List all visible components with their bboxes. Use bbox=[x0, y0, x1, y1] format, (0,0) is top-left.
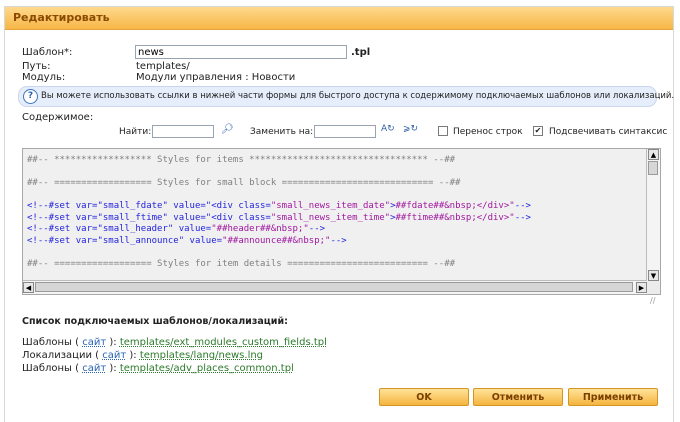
question-icon: ? bbox=[23, 89, 38, 104]
content-label: Содержимое: bbox=[22, 112, 94, 123]
code-token: --> bbox=[514, 201, 531, 211]
scroll-down-icon[interactable]: ▼ bbox=[648, 270, 659, 281]
wrap-label: Перенос строк bbox=[453, 127, 523, 137]
panel-header: Редактировать bbox=[5, 7, 673, 30]
highlight-checkbox[interactable]: ✔ bbox=[533, 126, 543, 136]
info-bar: ? Вы можете использовать ссылки в нижней… bbox=[18, 86, 674, 107]
code-token: ##fdate##&nbsp;</div>" bbox=[395, 201, 515, 211]
find-search-icon[interactable]: 🔎︎ bbox=[221, 124, 234, 135]
highlight-label: Подсвечивать синтаксис bbox=[549, 127, 668, 137]
horizontal-scroll-thumb[interactable] bbox=[35, 282, 633, 292]
link-row: Шаблоны ( сайт ): templates/adv_places_c… bbox=[22, 363, 294, 374]
template-label: Шаблон*: bbox=[22, 47, 73, 58]
link-prefix: Локализации ( bbox=[22, 350, 100, 361]
code-token: "##header##&nbsp;" bbox=[211, 224, 309, 234]
code-token: --> bbox=[514, 212, 531, 223]
vertical-scrollbar[interactable]: ▲ ▼ bbox=[646, 149, 660, 281]
horizontal-scrollbar[interactable]: ◀ ▶ bbox=[23, 280, 647, 294]
wrap-checkbox[interactable] bbox=[438, 126, 448, 136]
scroll-up-icon[interactable]: ▲ bbox=[648, 149, 659, 160]
code-token: --> bbox=[330, 235, 347, 246]
link-suffix: ): bbox=[109, 337, 117, 348]
code-editor[interactable]: ##-- ****************** Styles for items… bbox=[22, 148, 661, 295]
code-token: "##announce##&nbsp;" bbox=[222, 235, 331, 246]
resize-grip-icon[interactable]: ∕∕ bbox=[650, 296, 655, 305]
link-suffix: ): bbox=[129, 350, 137, 361]
replace-icon[interactable]: A↻ bbox=[381, 124, 395, 134]
apply-button[interactable]: Применить bbox=[568, 388, 658, 406]
template-extension: .tpl bbox=[351, 47, 371, 58]
code-line: ##-- ================== Styles for item … bbox=[27, 258, 456, 269]
cancel-button[interactable]: Отменить bbox=[473, 388, 563, 406]
code-token: <!--#set var="small_announce" value= bbox=[27, 235, 223, 246]
code-token: "small_news_item_time" bbox=[270, 212, 391, 223]
code-content[interactable]: ##-- ****************** Styles for items… bbox=[27, 155, 531, 270]
path-label: Путь: bbox=[22, 61, 51, 72]
path-value: templates/ bbox=[136, 61, 190, 72]
replace-label: Заменить на: bbox=[250, 127, 314, 137]
code-token: --> bbox=[308, 224, 326, 234]
code-token: <!--#set var="small_fdate" value="<div c… bbox=[27, 201, 271, 211]
template-link[interactable]: templates/adv_places_common.tpl bbox=[120, 363, 294, 374]
link-prefix: Шаблоны ( bbox=[22, 337, 80, 348]
code-line: ##-- ================== Styles for small… bbox=[27, 178, 461, 188]
site-link[interactable]: сайт bbox=[82, 337, 106, 348]
localization-link[interactable]: templates/lang/news.lng bbox=[140, 350, 263, 361]
link-suffix: ): bbox=[109, 363, 117, 374]
links-title: Список подключаемых шаблонов/локализаций… bbox=[22, 316, 288, 327]
code-token: "small_news_item_date" bbox=[270, 201, 391, 211]
site-link[interactable]: сайт bbox=[102, 350, 126, 361]
module-value: Модули управления : Новости bbox=[136, 72, 296, 83]
template-name-input[interactable] bbox=[135, 45, 347, 59]
vertical-scroll-thumb[interactable] bbox=[648, 161, 658, 175]
replace-all-icon[interactable]: ⩾↻ bbox=[403, 124, 418, 134]
link-prefix: Шаблоны ( bbox=[22, 363, 80, 374]
scroll-right-icon[interactable]: ▶ bbox=[636, 282, 647, 293]
module-label: Модуль: bbox=[22, 72, 66, 83]
template-link[interactable]: templates/ext_modules_custom_fields.tpl bbox=[120, 337, 327, 348]
link-row: Шаблоны ( сайт ): templates/ext_modules_… bbox=[22, 337, 327, 348]
find-input[interactable] bbox=[152, 125, 214, 138]
code-token: <!--#set var="small_header" value= bbox=[27, 224, 212, 234]
scroll-left-icon[interactable]: ◀ bbox=[23, 282, 34, 293]
info-text: Вы можете использовать ссылки в нижней ч… bbox=[41, 91, 675, 101]
link-row: Локализации ( сайт ): templates/lang/new… bbox=[22, 350, 263, 361]
site-link[interactable]: сайт bbox=[82, 363, 106, 374]
panel-title: Редактировать bbox=[13, 11, 110, 24]
code-line: ##-- ****************** Styles for items… bbox=[27, 155, 456, 165]
code-token: ##ftime##&nbsp;</div>" bbox=[395, 212, 515, 223]
code-token: <!--#set var="small_ftime" value="<div c… bbox=[27, 212, 271, 223]
replace-input[interactable] bbox=[314, 125, 376, 138]
find-label: Найти: bbox=[119, 127, 152, 137]
ok-button[interactable]: OK bbox=[379, 388, 469, 406]
scroll-corner bbox=[647, 281, 660, 294]
